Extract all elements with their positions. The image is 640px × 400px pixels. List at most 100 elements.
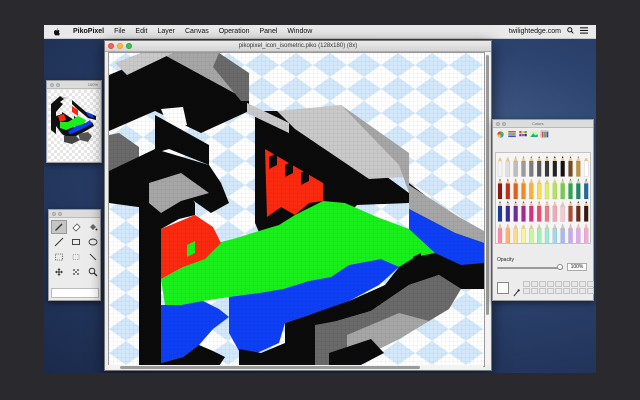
opacity-value-field[interactable]: 100%: [567, 263, 587, 271]
pencil-swatch[interactable]: [505, 201, 510, 222]
pencil-swatch[interactable]: [544, 223, 550, 245]
search-icon[interactable]: [567, 27, 574, 36]
pencil-swatch[interactable]: [513, 223, 518, 245]
pencil-swatch[interactable]: [544, 201, 550, 222]
swatch-well[interactable]: [531, 288, 538, 294]
pencil-swatch[interactable]: [584, 201, 589, 222]
menu-app[interactable]: PikoPixel: [68, 28, 109, 35]
pencil-swatch[interactable]: [576, 201, 581, 222]
opacity-slider[interactable]: [497, 267, 563, 269]
pencil-swatch[interactable]: [576, 156, 581, 177]
pencil-swatch[interactable]: [521, 156, 526, 177]
minimize-button[interactable]: [502, 121, 506, 126]
pencil-swatch[interactable]: [544, 178, 550, 200]
magic-wand-tool[interactable]: [68, 265, 84, 279]
pencil-swatch[interactable]: [584, 156, 589, 177]
selection-tool[interactable]: [51, 250, 67, 264]
pencil-swatch[interactable]: [560, 156, 565, 177]
pencil-swatch[interactable]: [568, 178, 573, 200]
menu-edit[interactable]: Edit: [130, 28, 152, 35]
pencil-swatch[interactable]: [552, 156, 557, 177]
pencil-swatch[interactable]: [544, 156, 550, 177]
pencil-swatch[interactable]: [529, 178, 534, 200]
pencil-swatch[interactable]: [497, 156, 503, 177]
pencil-swatch[interactable]: [576, 178, 581, 200]
pencil-swatch[interactable]: [537, 156, 542, 177]
pencil-swatch[interactable]: [521, 201, 526, 222]
vertical-scroll-thumb[interactable]: [486, 55, 489, 315]
swatch-well[interactable]: [579, 281, 586, 287]
pencil-swatch[interactable]: [537, 223, 542, 245]
pencil-swatch[interactable]: [505, 223, 510, 245]
swatch-well[interactable]: [523, 281, 530, 287]
pencil-swatch[interactable]: [584, 223, 589, 245]
pencil-swatch[interactable]: [568, 156, 573, 177]
menu-canvas[interactable]: Canvas: [180, 28, 214, 35]
pencil-swatch[interactable]: [513, 156, 518, 177]
eyedropper-icon[interactable]: [513, 284, 520, 302]
swatch-well[interactable]: [555, 288, 562, 294]
color-wheel-icon[interactable]: [496, 130, 505, 138]
colors-titlebar[interactable]: Colors: [493, 120, 593, 128]
horizontal-scroll-thumb[interactable]: [120, 366, 420, 369]
pencil-color-picker[interactable]: [495, 152, 591, 244]
minimize-button[interactable]: [58, 211, 62, 216]
swatch-well[interactable]: [555, 281, 562, 287]
swatch-well[interactable]: [587, 288, 594, 294]
close-button[interactable]: [50, 82, 54, 87]
pencil-swatch[interactable]: [552, 223, 557, 245]
color-palettes-icon[interactable]: [518, 130, 527, 138]
pencil-swatch[interactable]: [537, 201, 542, 222]
menu-operation[interactable]: Operation: [214, 28, 255, 35]
line-tool[interactable]: [51, 235, 67, 249]
swatch-well[interactable]: [571, 281, 578, 287]
swatch-well[interactable]: [579, 288, 586, 294]
pencil-swatch[interactable]: [529, 201, 534, 222]
swatch-well[interactable]: [563, 288, 570, 294]
close-button[interactable]: [496, 121, 500, 126]
color-sliders-icon[interactable]: [507, 130, 516, 138]
pencil-tool[interactable]: [51, 220, 67, 234]
move-tool[interactable]: [51, 265, 67, 279]
rectangle-tool[interactable]: [68, 235, 84, 249]
pixel-canvas[interactable]: [108, 52, 485, 367]
pencil-swatch[interactable]: [568, 201, 573, 222]
pencil-swatch[interactable]: [521, 178, 526, 200]
document-titlebar[interactable]: pikopixel_icon_isometric.piko (128x180) …: [105, 41, 491, 52]
tool-options-field[interactable]: [51, 288, 99, 298]
pencil-swatch[interactable]: [505, 156, 510, 177]
pencil-swatch[interactable]: [560, 223, 565, 245]
swatch-well[interactable]: [539, 288, 546, 294]
pencil-swatch[interactable]: [560, 178, 565, 200]
swatch-well[interactable]: [523, 288, 530, 294]
list-icon[interactable]: [580, 27, 588, 36]
pencil-swatch[interactable]: [576, 223, 581, 245]
minimize-button[interactable]: [56, 82, 60, 87]
pencil-swatch[interactable]: [497, 223, 503, 245]
swatch-well[interactable]: [563, 281, 570, 287]
swatch-well[interactable]: [547, 288, 554, 294]
menu-layer[interactable]: Layer: [152, 28, 180, 35]
close-button[interactable]: [52, 211, 56, 216]
apple-icon[interactable]: [51, 27, 61, 36]
swatch-well[interactable]: [571, 288, 578, 294]
image-palettes-icon[interactable]: [529, 130, 538, 138]
pencil-swatch[interactable]: [497, 201, 503, 222]
preview-titlebar[interactable]: 100%: [47, 81, 101, 89]
menu-panel[interactable]: Panel: [254, 28, 282, 35]
fill-tool[interactable]: [85, 220, 101, 234]
preview-thumbnail[interactable]: [48, 90, 100, 161]
current-color-well[interactable]: [497, 282, 509, 294]
pencil-swatch[interactable]: [505, 178, 510, 200]
swatch-well[interactable]: [547, 281, 554, 287]
pencil-swatch[interactable]: [513, 178, 518, 200]
pencil-swatch[interactable]: [584, 178, 589, 200]
swatch-well[interactable]: [539, 281, 546, 287]
pencil-swatch[interactable]: [552, 201, 557, 222]
swatch-well[interactable]: [531, 281, 538, 287]
pencil-swatch[interactable]: [568, 223, 573, 245]
pencil-swatch[interactable]: [529, 156, 534, 177]
swatch-well[interactable]: [587, 281, 594, 287]
menu-window[interactable]: Window: [282, 28, 317, 35]
pencil-swatch[interactable]: [537, 178, 542, 200]
